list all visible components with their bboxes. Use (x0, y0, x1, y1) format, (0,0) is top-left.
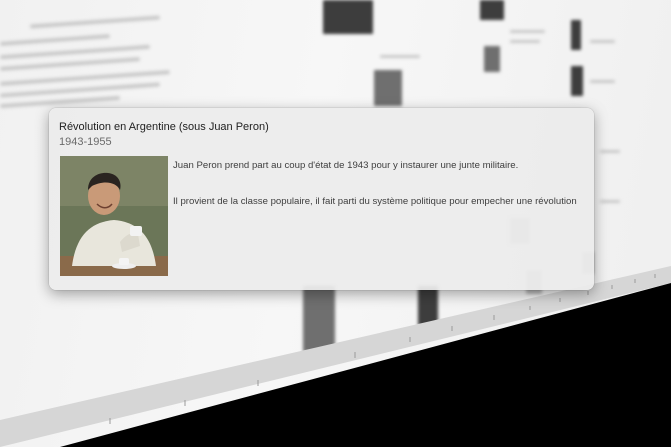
event-description: Juan Peron prend part au coup d'état de … (173, 159, 583, 231)
portrait-image (60, 156, 168, 276)
timeline-stage: Révolution en Argentine (sous Juan Peron… (0, 0, 671, 447)
portrait-photo (60, 156, 168, 276)
timeline-floor-black (60, 283, 671, 447)
event-paragraph: Juan Peron prend part au coup d'état de … (173, 160, 519, 171)
event-paragraph: Il provient de la classe populaire, il f… (173, 196, 577, 207)
event-title: Révolution en Argentine (sous Juan Peron… (59, 121, 269, 133)
event-years: 1943-1955 (59, 136, 112, 148)
event-popup-card[interactable]: Révolution en Argentine (sous Juan Peron… (49, 108, 594, 290)
